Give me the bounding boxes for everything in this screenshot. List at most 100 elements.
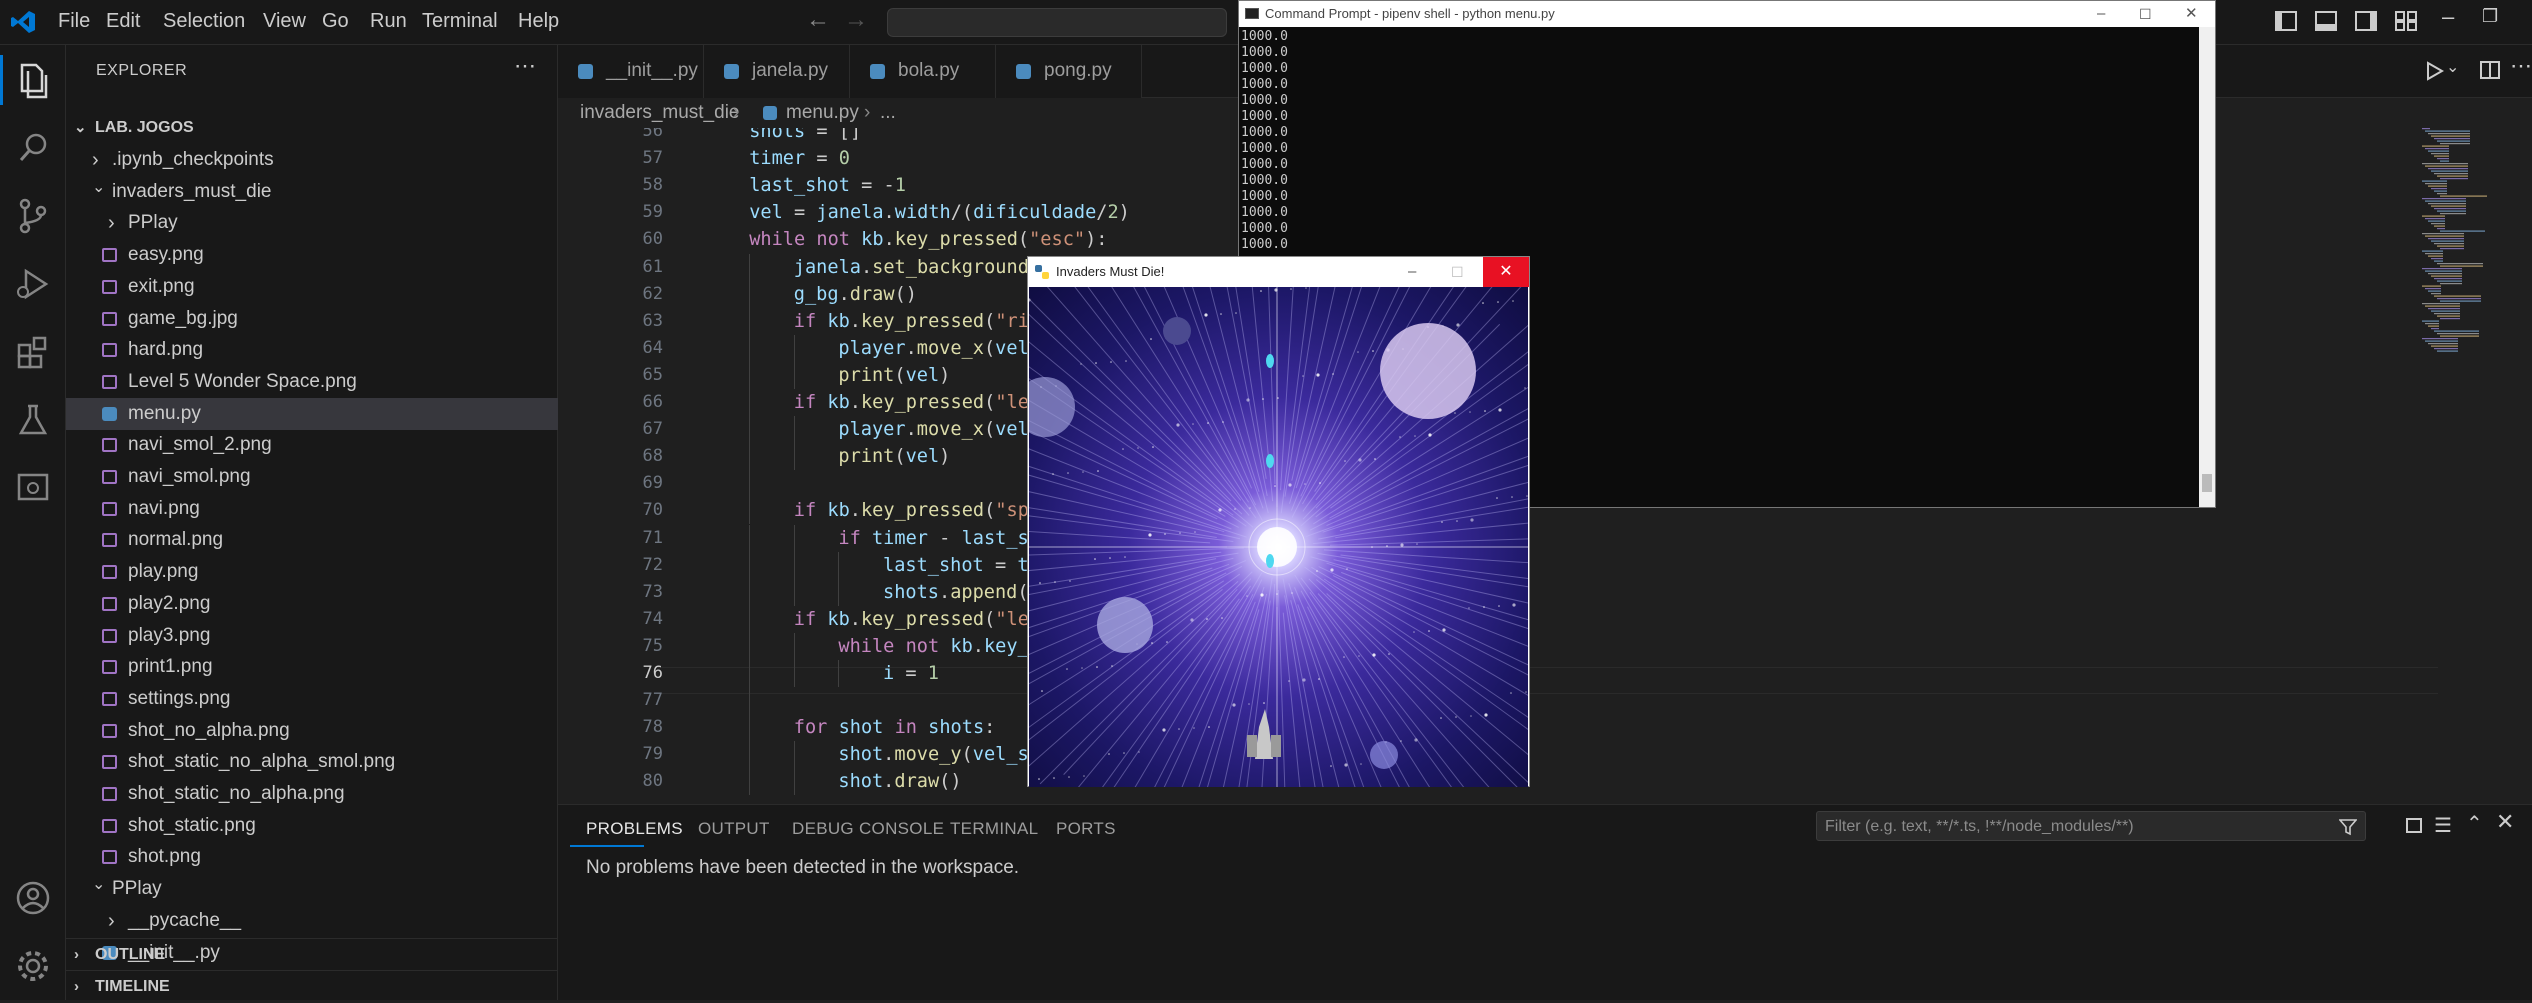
- minimap[interactable]: [2420, 128, 2500, 358]
- star: [1482, 302, 1484, 304]
- filter-icon[interactable]: [2339, 818, 2357, 836]
- testing-icon[interactable]: [8, 395, 58, 445]
- menu-help[interactable]: Help: [518, 0, 559, 45]
- menu-file[interactable]: File: [58, 0, 90, 45]
- toggle-secondary-sidebar-icon[interactable]: [2355, 11, 2377, 31]
- tab-pong-py[interactable]: pong.py: [996, 45, 1142, 98]
- file-item[interactable]: easy.png: [66, 239, 558, 271]
- back-arrow-icon[interactable]: ←: [806, 6, 830, 34]
- minimize-window-icon[interactable]: –: [2442, 4, 2454, 30]
- file-item[interactable]: shot_static_no_alpha_smol.png: [66, 746, 558, 778]
- indent-guide: [749, 361, 751, 389]
- folder-item[interactable]: ⌄ invaders_must_die: [66, 176, 558, 208]
- minimize-window-icon[interactable]: –: [2097, 1, 2105, 27]
- close-window-button[interactable]: ✕: [1483, 257, 1529, 287]
- command-center-search[interactable]: [887, 8, 1227, 37]
- maximize-window-icon[interactable]: ☐: [2139, 1, 2152, 27]
- panel-tab-problems[interactable]: PROBLEMS: [586, 819, 683, 839]
- minimize-window-icon[interactable]: –: [1408, 257, 1416, 287]
- search-icon[interactable]: [8, 123, 58, 173]
- outline-section[interactable]: › OUTLINE: [66, 938, 558, 970]
- code-line: if kb.key_pressed("lef: [793, 392, 1041, 413]
- problems-filter-input[interactable]: Filter (e.g. text, **/*.ts, !**/node_mod…: [1816, 811, 2366, 841]
- restore-window-icon[interactable]: ❐: [2482, 6, 2498, 27]
- cmd-scrollbar[interactable]: [2199, 27, 2215, 507]
- enemy-shot: [1266, 354, 1274, 368]
- extensions-icon[interactable]: [8, 327, 58, 377]
- folder-item[interactable]: › .ipynb_checkpoints: [66, 144, 558, 176]
- breadcrumb-folder[interactable]: invaders_must_die: [580, 98, 739, 128]
- file-item[interactable]: hard.png: [66, 334, 558, 366]
- editor-more-icon[interactable]: ⋯: [2510, 53, 2532, 79]
- panel-tab-output[interactable]: OUTPUT: [698, 819, 770, 839]
- tab-janela-py[interactable]: janela.py: [704, 45, 850, 98]
- code-line: for shot in shots:: [793, 717, 996, 739]
- folder-item[interactable]: ⌄ PPlay: [66, 873, 558, 905]
- source-control-icon[interactable]: [8, 191, 58, 241]
- menu-edit[interactable]: Edit: [106, 0, 140, 45]
- panel-tab-ports[interactable]: PORTS: [1056, 819, 1116, 839]
- collapse-all-icon[interactable]: [2406, 818, 2422, 833]
- remote-explorer-icon[interactable]: [8, 463, 58, 513]
- file-item[interactable]: navi_smol_2.png: [66, 429, 558, 461]
- menu-selection[interactable]: Selection: [163, 0, 245, 45]
- file-item[interactable]: normal.png: [66, 524, 558, 556]
- file-item[interactable]: Level 5 Wonder Space.png: [66, 366, 558, 398]
- menu-terminal[interactable]: Terminal: [422, 0, 498, 45]
- cmd-title-bar[interactable]: Command Prompt - pipenv shell - python m…: [1239, 1, 2215, 27]
- file-item[interactable]: play3.png: [66, 620, 558, 652]
- customize-layout-icon[interactable]: [2395, 11, 2417, 31]
- file-item[interactable]: settings.png: [66, 683, 558, 715]
- close-window-icon[interactable]: ✕: [2185, 1, 2198, 27]
- file-item[interactable]: play2.png: [66, 588, 558, 620]
- folder-item[interactable]: › __pycache__: [66, 905, 558, 937]
- accounts-icon[interactable]: [8, 873, 58, 923]
- tab---init---py[interactable]: __init__.py: [558, 45, 704, 98]
- tab-bola-py[interactable]: bola.py: [850, 45, 996, 98]
- breadcrumb-file[interactable]: menu.py: [786, 98, 859, 128]
- forward-arrow-icon[interactable]: →: [844, 6, 868, 34]
- breadcrumb-symbol[interactable]: ...: [880, 98, 896, 128]
- minimap-line: [2434, 313, 2460, 315]
- game-window[interactable]: Invaders Must Die! – ☐ ✕: [1027, 256, 1530, 787]
- maximize-window-icon[interactable]: ☐: [1451, 257, 1464, 287]
- game-title-bar[interactable]: Invaders Must Die! – ☐ ✕: [1028, 257, 1529, 287]
- file-item[interactable]: navi.png: [66, 493, 558, 525]
- toggle-primary-sidebar-icon[interactable]: [2275, 11, 2297, 31]
- maximize-panel-icon[interactable]: ⌃: [2466, 811, 2483, 836]
- chevron-down-icon[interactable]: ⌄: [2446, 57, 2459, 77]
- workspace-root[interactable]: ⌄ LAB. JOGOS: [66, 112, 558, 144]
- file-item[interactable]: exit.png: [66, 271, 558, 303]
- run-debug-icon[interactable]: [8, 259, 58, 309]
- minimap-line: [2425, 305, 2460, 307]
- file-item[interactable]: shot_static_no_alpha.png: [66, 778, 558, 810]
- file-item[interactable]: print1.png: [66, 651, 558, 683]
- menu-view[interactable]: View: [263, 0, 306, 45]
- file-item[interactable]: navi_smol.png: [66, 461, 558, 493]
- star: [1302, 375, 1304, 377]
- manage-gear-icon[interactable]: [8, 941, 58, 991]
- cmd-scrollbar-thumb[interactable]: [2202, 474, 2212, 492]
- file-item[interactable]: menu.py: [66, 397, 558, 430]
- file-item[interactable]: play.png: [66, 556, 558, 588]
- split-editor-icon[interactable]: [2480, 61, 2500, 79]
- menu-go[interactable]: Go: [322, 0, 349, 45]
- run-python-file-icon[interactable]: [2424, 61, 2444, 81]
- game-canvas[interactable]: [1029, 287, 1528, 787]
- panel-tab-terminal[interactable]: TERMINAL: [950, 819, 1038, 839]
- file-item[interactable]: shot.png: [66, 841, 558, 873]
- file-item[interactable]: shot_no_alpha.png: [66, 715, 558, 747]
- toggle-panel-icon[interactable]: [2315, 11, 2337, 31]
- timeline-section[interactable]: › TIMELINE: [66, 970, 558, 1002]
- menu-run[interactable]: Run: [370, 0, 407, 45]
- close-panel-icon[interactable]: ✕: [2496, 809, 2514, 835]
- explorer-icon[interactable]: [8, 55, 58, 105]
- folder-item[interactable]: › PPlay: [66, 207, 558, 239]
- star: [1388, 653, 1390, 655]
- more-actions-icon[interactable]: ⋯: [514, 53, 536, 79]
- file-item[interactable]: shot_static.png: [66, 810, 558, 842]
- panel-tab-debug-console[interactable]: DEBUG CONSOLE: [792, 819, 944, 839]
- file-item[interactable]: game_bg.jpg: [66, 303, 558, 335]
- indent-guide: [749, 768, 751, 796]
- view-as-list-icon[interactable]: ☰: [2434, 813, 2452, 838]
